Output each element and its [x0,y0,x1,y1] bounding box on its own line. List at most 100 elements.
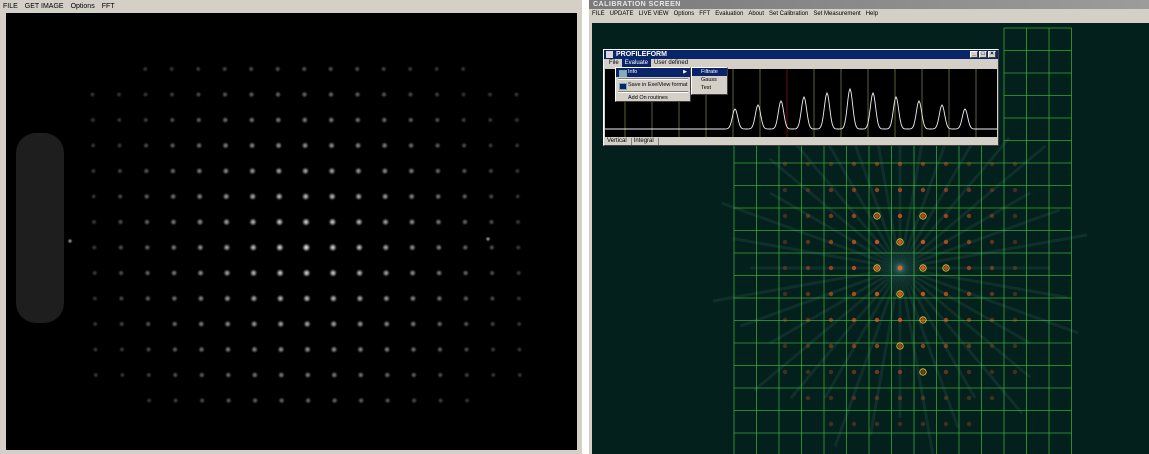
spot [142,192,151,201]
calibration-peak [943,395,949,401]
minimize-button[interactable]: _ [970,51,978,58]
left-menubar: FILE GET IMAGE Options FFT [0,0,582,12]
spot [197,345,206,354]
spot [221,166,231,176]
spot [486,116,494,124]
spot [434,192,443,201]
menu-fft[interactable]: FFT [102,3,115,10]
spot [303,370,312,380]
spot [118,371,126,379]
calibration-peak [989,265,995,271]
calibration-peak [1012,291,1018,297]
calibration-peak [943,317,949,323]
spot [516,346,523,353]
calibration-peak [805,265,811,271]
spot [172,396,180,405]
maximize-button[interactable]: □ [979,51,987,58]
spot [513,142,521,149]
spot [274,115,283,125]
spot [301,242,312,253]
status-integral[interactable]: Integral [632,138,659,145]
menu-help[interactable]: Help [866,11,878,17]
spot [144,294,152,303]
menu-get-image[interactable]: GET IMAGE [25,3,64,10]
menu-live-view[interactable]: LIVE VIEW [639,11,669,17]
spot [142,91,149,98]
calibration-peak [874,317,880,323]
calibration-peak [805,161,811,167]
calibration-peak [828,291,834,297]
menu-item-info[interactable]: Info ▶ [616,68,690,77]
calibration-peak [805,395,811,401]
calibration-peak [874,343,880,349]
menu-set-calibration[interactable]: Set Calibration [769,11,808,17]
spot [489,345,497,354]
spot [406,116,415,124]
spot [433,141,442,150]
calibration-peak [897,291,903,297]
menu-options[interactable]: Options [674,11,695,17]
calibration-peak [966,343,972,349]
spot [435,320,444,328]
spot [90,243,98,252]
spot [170,320,179,328]
spot [330,396,339,405]
spot [327,242,338,253]
close-button[interactable]: × [988,51,996,58]
profile-form-titlebar[interactable]: PROFILEFORM _ □ × [604,50,998,59]
calibration-peak [920,343,926,349]
menu-file[interactable]: FILE [592,11,605,17]
menu-update[interactable]: UPDATE [610,11,634,17]
spot [168,90,176,99]
spot [436,371,445,379]
menu-about[interactable]: About [748,11,764,17]
menu-fft[interactable]: FFT [699,11,710,17]
spot [327,115,336,125]
spot [67,238,73,244]
submenu-item-test[interactable]: Test [692,84,727,92]
menu-file[interactable]: FILE [3,3,18,10]
spot [89,167,97,175]
profile-form-title: PROFILEFORM [616,51,667,58]
spot [118,320,126,328]
spot [330,370,339,380]
spot [223,345,233,354]
raw-spot-image[interactable] [6,13,577,450]
status-vertical[interactable]: Vertical [605,138,632,145]
spot [275,268,285,278]
menu-evaluation[interactable]: Evaluation [715,11,743,17]
submenu-item-gauss[interactable]: Gauss [692,76,727,84]
calibration-peak [782,187,788,193]
spot [355,268,365,278]
submenu-item-filtrate[interactable]: Filtrate [692,68,727,76]
spot [197,371,206,379]
menu-item-save-exelview[interactable]: Save in ExelView format [616,81,690,90]
spot [143,218,151,226]
spot [222,268,232,278]
spot [353,115,362,125]
spot [221,90,229,99]
spot [459,65,467,73]
calibration-peak [828,343,834,349]
spot [142,167,151,175]
menu-item-add-on-routines[interactable]: Add On routines [616,94,690,103]
menu-set-measurement[interactable]: Set Measurement [813,11,860,17]
spot [354,192,364,201]
calibration-peak [966,369,972,375]
menu-separator [618,78,688,80]
spot [434,243,443,252]
spot [408,268,417,278]
menu-options[interactable]: Options [71,3,95,10]
spot [353,90,362,99]
spot [514,243,522,252]
left-status-bar [0,450,582,454]
calibration-peak [851,213,857,219]
calibration-peak [897,265,903,271]
spot [327,217,338,227]
calibration-peak [989,317,995,323]
calibration-peak [943,161,949,167]
calibration-peak [897,213,903,219]
spot [354,242,364,253]
calibration-title: CALIBRATION SCREEN [589,0,1149,9]
spot [300,90,309,99]
